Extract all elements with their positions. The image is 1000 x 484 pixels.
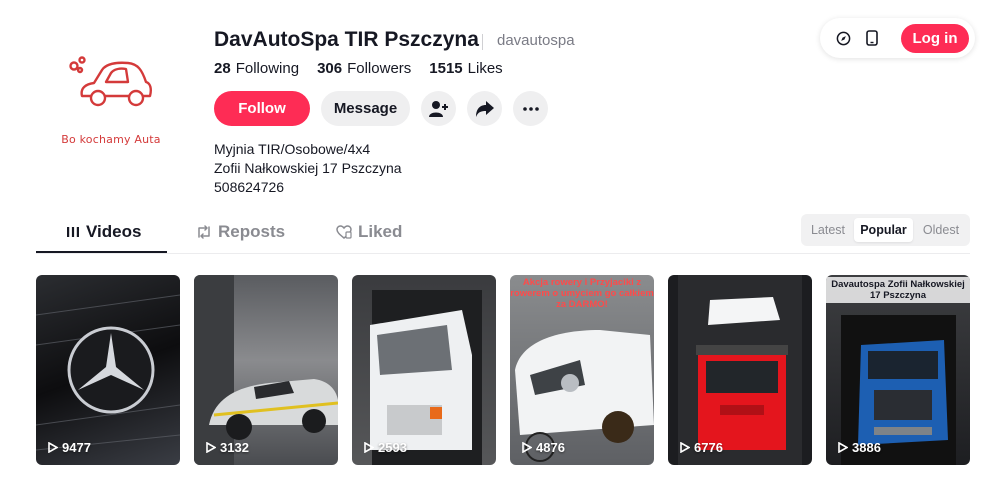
- video-thumbnail: [370, 290, 482, 465]
- avatar-slogan: Bo kochamy Auta: [61, 133, 161, 146]
- video-card[interactable]: 6776: [668, 275, 812, 465]
- mobile-app-icon[interactable]: [864, 30, 880, 46]
- more-options-button[interactable]: [513, 91, 548, 126]
- video-card[interactable]: 2593: [352, 275, 496, 465]
- share-button[interactable]: [467, 91, 502, 126]
- add-user-icon: [428, 100, 448, 117]
- header-controls: Log in: [820, 18, 975, 58]
- video-thumbnail: [678, 275, 802, 465]
- video-thumbnail: [194, 275, 338, 465]
- video-card[interactable]: Akcja rowery i Przyjaciki z rowerem o um…: [510, 275, 654, 465]
- play-icon: [206, 442, 216, 453]
- video-thumbnail: [36, 294, 180, 451]
- view-count: 9477: [48, 440, 91, 455]
- view-count: 4876: [522, 440, 565, 455]
- video-card[interactable]: Davautospa Zofii Nałkowskiej 17 Pszczyna…: [826, 275, 970, 465]
- grid-icon: [67, 227, 79, 237]
- play-icon: [522, 442, 532, 453]
- tabs-divider: [36, 253, 970, 254]
- view-count: 6776: [680, 440, 723, 455]
- sort-popular[interactable]: Popular: [854, 218, 913, 242]
- video-overlay-text: Davautospa Zofii Nałkowskiej 17 Pszczyna: [826, 277, 970, 303]
- follow-button[interactable]: Follow: [214, 91, 310, 126]
- video-overlay-text: Akcja rowery i Przyjaciki z rowerem o um…: [510, 277, 654, 310]
- profile-handle: davautospa: [497, 32, 575, 49]
- play-icon: [364, 442, 374, 453]
- view-count: 3132: [206, 440, 249, 455]
- share-arrow-icon: [475, 100, 494, 117]
- play-icon: [48, 442, 58, 453]
- stat-following[interactable]: 28 Following: [214, 60, 299, 77]
- compass-icon[interactable]: [835, 30, 851, 46]
- avatar[interactable]: Bo kochamy Auta: [36, 32, 186, 182]
- tab-liked[interactable]: Liked: [336, 222, 402, 242]
- tab-videos[interactable]: Videos: [66, 222, 141, 242]
- message-button[interactable]: Message: [321, 91, 410, 126]
- play-icon: [838, 442, 848, 453]
- view-count: 2593: [364, 440, 407, 455]
- active-tab-indicator: [36, 251, 167, 253]
- profile-stats: 28 Following 306 Followers 1515 Likes: [214, 60, 503, 77]
- sort-oldest[interactable]: Oldest: [917, 218, 965, 242]
- profile-bio: Myjnia TIR/Osobowe/4x4 Zofii Nałkowskiej…: [214, 141, 402, 195]
- liked-heart-icon: [336, 225, 352, 239]
- stat-likes: 1515 Likes: [429, 60, 503, 77]
- play-icon: [680, 442, 690, 453]
- profile-name: DavAutoSpa TIR Pszczyna: [214, 28, 479, 51]
- repost-icon: [198, 225, 210, 239]
- name-divider: [482, 34, 483, 50]
- car-logo-icon: [69, 56, 152, 107]
- tab-reposts[interactable]: Reposts: [196, 222, 285, 242]
- login-button[interactable]: Log in: [901, 24, 969, 53]
- view-count: 3886: [838, 440, 881, 455]
- more-dots-icon: [522, 106, 539, 111]
- video-card[interactable]: 3132: [194, 275, 338, 465]
- video-thumbnail: [841, 315, 956, 465]
- video-card[interactable]: 9477: [36, 275, 180, 465]
- stat-followers[interactable]: 306 Followers: [317, 60, 411, 77]
- sort-latest[interactable]: Latest: [807, 218, 849, 242]
- sort-toggle: Latest Popular Oldest: [801, 214, 970, 246]
- add-friend-button[interactable]: [421, 91, 456, 126]
